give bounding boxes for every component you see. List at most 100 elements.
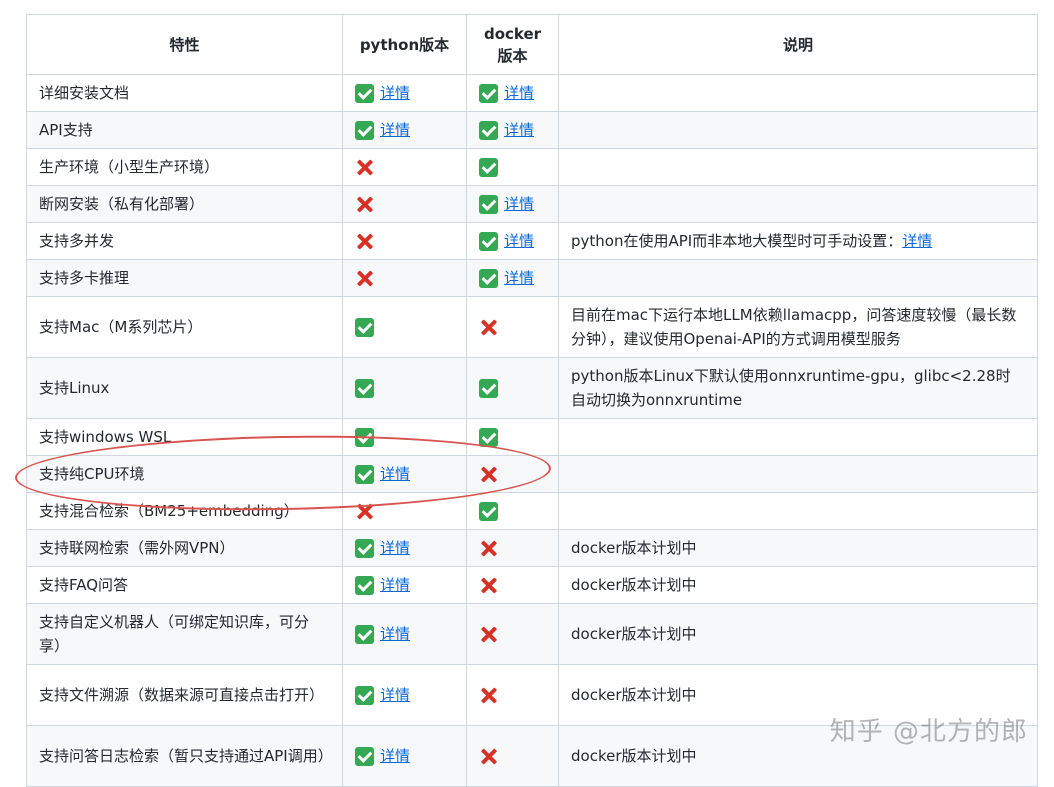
docker-cell: [466, 148, 559, 186]
detail-link[interactable]: 详情: [380, 536, 410, 560]
note-cell: docker版本计划中: [558, 566, 1038, 604]
detail-link[interactable]: 详情: [504, 229, 534, 253]
python-cell: 详情: [342, 725, 467, 787]
header-docker: docker 版本: [466, 14, 559, 75]
table-row: 支持Mac（M系列芯片） 目前在mac下运行本地LLM依赖llamacpp，问答速…: [26, 296, 1038, 358]
check-icon: [355, 746, 374, 766]
table-row: 支持FAQ问答 详情 docker版本计划中: [26, 566, 1038, 604]
check-icon: [479, 194, 498, 214]
note-cell: [558, 185, 1038, 223]
check-icon: [355, 120, 374, 140]
note-text: docker版本计划中: [571, 539, 697, 557]
cross-icon: [479, 465, 498, 484]
note-cell: python在使用API而非本地大模型时可手动设置：详情: [558, 222, 1038, 260]
feature-cell: 支持多并发: [26, 222, 343, 260]
table-row: 支持纯CPU环境 详情: [26, 455, 1038, 493]
detail-link[interactable]: 详情: [380, 573, 410, 597]
detail-link[interactable]: 详情: [380, 118, 410, 142]
detail-link[interactable]: 详情: [380, 683, 410, 707]
check-icon: [355, 464, 374, 484]
table-row: 支持多并发 详情 python在使用API而非本地大模型时可手动设置：详情: [26, 222, 1038, 260]
detail-link[interactable]: 详情: [380, 744, 410, 768]
check-icon: [479, 378, 498, 398]
check-icon: [479, 83, 498, 103]
table-row: 支持Linux python版本Linux下默认使用onnxruntime-gpu…: [26, 357, 1038, 419]
check-icon: [355, 685, 374, 705]
feature-cell: API支持: [26, 111, 343, 149]
cross-icon: [479, 686, 498, 705]
docker-cell: [466, 725, 559, 787]
docker-cell: 详情: [466, 74, 559, 112]
note-cell: [558, 455, 1038, 493]
table-row: 详细安装文档 详情 详情: [26, 74, 1038, 112]
docker-cell: [466, 603, 559, 665]
detail-link[interactable]: 详情: [380, 622, 410, 646]
cross-icon: [355, 195, 374, 214]
note-text: 目前在mac下运行本地LLM依赖llamacpp，问答速度较慢（最长数分钟），建…: [571, 306, 1017, 348]
docker-cell: [466, 664, 559, 726]
python-cell: 详情: [342, 74, 467, 112]
feature-cell: 支持Linux: [26, 357, 343, 419]
python-cell: 详情: [342, 529, 467, 567]
note-cell: docker版本计划中: [558, 603, 1038, 665]
feature-cell: 详细安装文档: [26, 74, 343, 112]
docker-cell: [466, 529, 559, 567]
feature-cell: 支持自定义机器人（可绑定知识库，可分享）: [26, 603, 343, 665]
feature-cell: 支持FAQ问答: [26, 566, 343, 604]
note-cell: python版本Linux下默认使用onnxruntime-gpu，glibc<…: [558, 357, 1038, 419]
feature-cell: 支持Mac（M系列芯片）: [26, 296, 343, 358]
detail-link[interactable]: 详情: [902, 232, 932, 250]
check-icon: [355, 575, 374, 595]
note-cell: [558, 148, 1038, 186]
check-icon: [355, 427, 374, 447]
detail-link[interactable]: 详情: [504, 81, 534, 105]
note-cell: docker版本计划中: [558, 529, 1038, 567]
detail-link[interactable]: 详情: [504, 266, 534, 290]
python-cell: 详情: [342, 603, 467, 665]
check-icon: [479, 501, 498, 521]
table-row: 支持联网检索（需外网VPN） 详情 docker版本计划中: [26, 529, 1038, 567]
note-text: docker版本计划中: [571, 686, 697, 704]
table-row: API支持 详情 详情: [26, 111, 1038, 149]
check-icon: [355, 317, 374, 337]
detail-link[interactable]: 详情: [504, 192, 534, 216]
python-cell: 详情: [342, 111, 467, 149]
header-python: python版本: [342, 14, 467, 75]
note-cell: [558, 259, 1038, 297]
feature-cell: 支持混合检索（BM25+embedding）: [26, 492, 343, 530]
docker-cell: [466, 357, 559, 419]
table-row: 生产环境（小型生产环境）: [26, 148, 1038, 186]
table-row: 支持多卡推理 详情: [26, 259, 1038, 297]
table-row: 支持自定义机器人（可绑定知识库，可分享） 详情 docker版本计划中: [26, 603, 1038, 665]
python-cell: 详情: [342, 664, 467, 726]
python-cell: [342, 418, 467, 456]
feature-comparison-table: 特性 python版本 docker 版本 说明 详细安装文档 详情 详情 API支持详…: [26, 14, 1038, 787]
python-cell: [342, 222, 467, 260]
check-icon: [479, 268, 498, 288]
detail-link[interactable]: 详情: [380, 81, 410, 105]
python-cell: 详情: [342, 566, 467, 604]
python-cell: [342, 259, 467, 297]
detail-link[interactable]: 详情: [504, 118, 534, 142]
docker-cell: [466, 566, 559, 604]
detail-link[interactable]: 详情: [380, 462, 410, 486]
note-cell: [558, 74, 1038, 112]
feature-cell: 断网安装（私有化部署）: [26, 185, 343, 223]
docker-cell: 详情: [466, 111, 559, 149]
docker-cell: 详情: [466, 185, 559, 223]
check-icon: [355, 624, 374, 644]
feature-cell: 支持windows WSL: [26, 418, 343, 456]
python-cell: [342, 148, 467, 186]
check-icon: [355, 378, 374, 398]
note-cell: [558, 418, 1038, 456]
cross-icon: [479, 625, 498, 644]
docker-cell: [466, 455, 559, 493]
feature-cell: 支持纯CPU环境: [26, 455, 343, 493]
docker-cell: [466, 492, 559, 530]
table-row: 支持windows WSL: [26, 418, 1038, 456]
note-text: python在使用API而非本地大模型时可手动设置：: [571, 232, 903, 250]
python-cell: [342, 492, 467, 530]
feature-cell: 支持问答日志检索（暂只支持通过API调用）: [26, 725, 343, 787]
feature-cell: 支持多卡推理: [26, 259, 343, 297]
cross-icon: [479, 318, 498, 337]
